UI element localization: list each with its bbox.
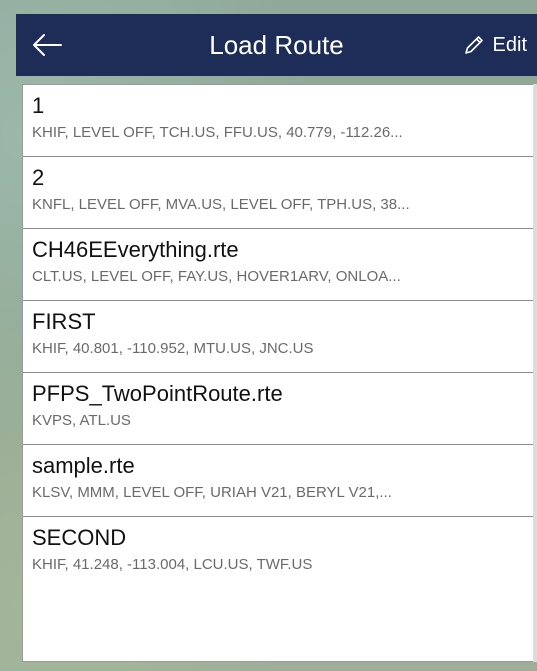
route-list-item[interactable]: sample.rte KLSV, MMM, LEVEL OFF, URIAH V… bbox=[23, 445, 534, 517]
route-name: PFPS_TwoPointRoute.rte bbox=[32, 381, 283, 406]
route-list-item[interactable]: CH46EEverything.rte CLT.US, LEVEL OFF, F… bbox=[23, 229, 534, 301]
edit-label: Edit bbox=[492, 33, 527, 56]
back-button[interactable] bbox=[28, 26, 66, 64]
route-name: CH46EEverything.rte bbox=[32, 237, 239, 262]
route-name: 1 bbox=[32, 93, 45, 118]
route-list-item[interactable]: 2 KNFL, LEVEL OFF, MVA.US, LEVEL OFF, TP… bbox=[23, 157, 534, 229]
route-detail: KNFL, LEVEL OFF, MVA.US, LEVEL OFF, TPH.… bbox=[32, 196, 410, 213]
header-bar: Load Route Edit bbox=[16, 14, 537, 76]
route-name: sample.rte bbox=[32, 453, 135, 478]
route-detail: KHIF, 41.248, -113.004, LCU.US, TWF.US bbox=[32, 556, 313, 573]
route-name: 2 bbox=[32, 165, 45, 190]
route-detail: CLT.US, LEVEL OFF, FAY.US, HOVER1ARV, ON… bbox=[32, 268, 401, 285]
route-list-item[interactable]: SECOND KHIF, 41.248, -113.004, LCU.US, T… bbox=[23, 517, 534, 589]
pencil-icon bbox=[464, 36, 483, 54]
route-detail: KHIF, 40.801, -110.952, MTU.US, JNC.US bbox=[32, 340, 314, 357]
route-list-item[interactable]: PFPS_TwoPointRoute.rte KVPS, ATL.US bbox=[23, 373, 534, 445]
edit-button[interactable]: Edit bbox=[463, 28, 527, 62]
route-list: 1 KHIF, LEVEL OFF, TCH.US, FFU.US, 40.77… bbox=[22, 84, 535, 662]
route-detail: KHIF, LEVEL OFF, TCH.US, FFU.US, 40.779,… bbox=[32, 124, 403, 141]
page-title: Load Route bbox=[209, 30, 344, 60]
route-detail: KVPS, ATL.US bbox=[32, 412, 131, 429]
route-detail: KLSV, MMM, LEVEL OFF, URIAH V21, BERYL V… bbox=[32, 484, 392, 501]
route-list-item[interactable]: 1 KHIF, LEVEL OFF, TCH.US, FFU.US, 40.77… bbox=[23, 85, 534, 157]
route-list-item[interactable]: FIRST KHIF, 40.801, -110.952, MTU.US, JN… bbox=[23, 301, 534, 373]
list-scroll-edge bbox=[533, 84, 537, 662]
route-name: FIRST bbox=[32, 309, 96, 334]
arrow-left-icon bbox=[33, 34, 62, 56]
route-name: SECOND bbox=[32, 525, 127, 550]
